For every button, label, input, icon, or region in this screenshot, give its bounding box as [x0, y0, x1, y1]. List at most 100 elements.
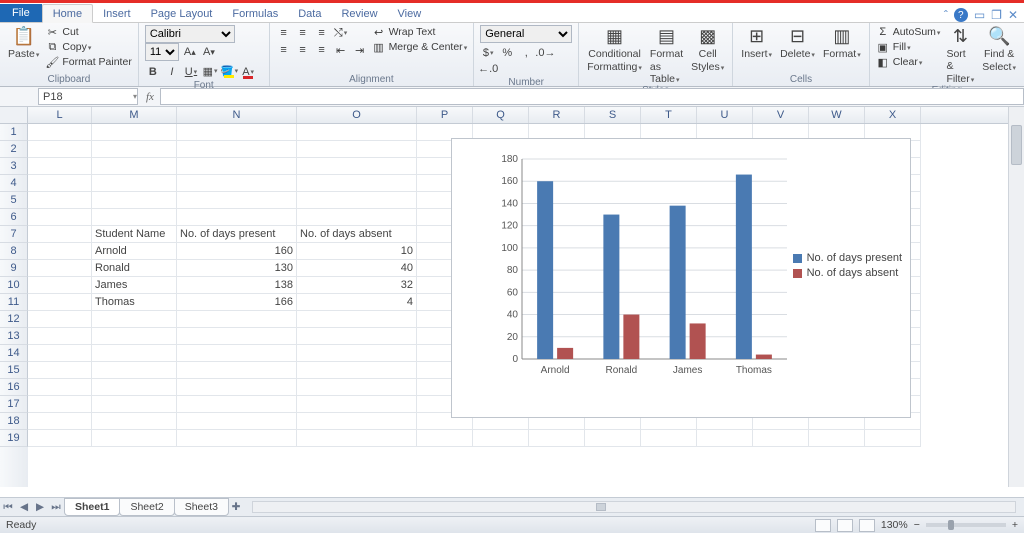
sheet-tab-sheet1[interactable]: Sheet1 [64, 498, 120, 516]
increase-decimal-button[interactable]: .0→ [537, 45, 553, 61]
row-head-4[interactable]: 4 [0, 175, 28, 192]
col-head-Q[interactable]: Q [473, 107, 529, 123]
cell[interactable] [297, 311, 417, 328]
cell[interactable] [177, 396, 297, 413]
col-head-M[interactable]: M [92, 107, 177, 123]
row-head-14[interactable]: 14 [0, 345, 28, 362]
shrink-font-button[interactable]: A▾ [201, 44, 217, 60]
bold-button[interactable]: B [145, 64, 161, 80]
col-head-P[interactable]: P [417, 107, 473, 123]
cell[interactable]: Ronald [92, 260, 177, 277]
cell[interactable] [297, 141, 417, 158]
align-bottom-button[interactable]: ≡ [314, 25, 330, 41]
cell[interactable] [297, 396, 417, 413]
horizontal-scrollbar[interactable] [252, 501, 1016, 513]
row-head-8[interactable]: 8 [0, 243, 28, 260]
cell[interactable] [28, 243, 92, 260]
cell-styles-button[interactable]: ▩CellStyles [689, 25, 726, 73]
cell[interactable] [92, 209, 177, 226]
row-head-7[interactable]: 7 [0, 226, 28, 243]
cell[interactable]: 4 [297, 294, 417, 311]
cell[interactable] [297, 328, 417, 345]
cell[interactable] [28, 396, 92, 413]
cell[interactable] [177, 379, 297, 396]
cell[interactable] [177, 345, 297, 362]
cell[interactable] [297, 413, 417, 430]
cell[interactable] [92, 141, 177, 158]
cell[interactable]: 40 [297, 260, 417, 277]
tab-page-layout[interactable]: Page Layout [141, 5, 223, 22]
insert-cells-button[interactable]: ⊞Insert [739, 25, 774, 60]
autosum-button[interactable]: ΣAutoSum [876, 25, 941, 39]
cell[interactable] [297, 345, 417, 362]
cell[interactable] [177, 362, 297, 379]
cell[interactable] [585, 430, 641, 447]
fill-color-button[interactable]: 🪣 [221, 63, 237, 79]
comma-button[interactable]: , [518, 45, 534, 61]
align-center-button[interactable]: ≡ [295, 42, 311, 58]
font-size-select[interactable]: 11 [145, 43, 179, 61]
find-select-button[interactable]: 🔍Find &Select [980, 25, 1018, 73]
cell[interactable]: 160 [177, 243, 297, 260]
cell[interactable] [28, 158, 92, 175]
row-head-12[interactable]: 12 [0, 311, 28, 328]
cell[interactable] [92, 396, 177, 413]
cell[interactable] [297, 175, 417, 192]
format-cells-button[interactable]: ▥Format [821, 25, 863, 60]
cell[interactable]: No. of days absent [297, 226, 417, 243]
row-head-1[interactable]: 1 [0, 124, 28, 141]
cell[interactable]: 32 [297, 277, 417, 294]
row-head-6[interactable]: 6 [0, 209, 28, 226]
cell[interactable] [297, 430, 417, 447]
cell[interactable] [297, 158, 417, 175]
help-icon[interactable]: ? [954, 8, 968, 22]
view-normal-button[interactable] [815, 519, 831, 532]
format-as-table-button[interactable]: ▤Formatas Table [648, 25, 685, 85]
row-head-3[interactable]: 3 [0, 158, 28, 175]
cell[interactable] [28, 328, 92, 345]
fx-icon[interactable]: fx [140, 91, 160, 103]
minimize-ribbon-icon[interactable]: ˆ [944, 8, 948, 22]
border-button[interactable]: ▦ [202, 63, 218, 79]
tab-data[interactable]: Data [288, 5, 331, 22]
cell[interactable]: Thomas [92, 294, 177, 311]
grow-font-button[interactable]: A▴ [182, 44, 198, 60]
cell[interactable] [177, 141, 297, 158]
col-head-L[interactable]: L [28, 107, 92, 123]
conditional-formatting-button[interactable]: ▦ConditionalFormatting [585, 25, 644, 73]
cell[interactable] [28, 294, 92, 311]
row-head-5[interactable]: 5 [0, 192, 28, 209]
copy-button[interactable]: ⧉Copy [45, 40, 131, 54]
cell[interactable] [177, 175, 297, 192]
cell[interactable] [753, 430, 809, 447]
row-head-10[interactable]: 10 [0, 277, 28, 294]
cell[interactable] [28, 311, 92, 328]
cell[interactable]: 10 [297, 243, 417, 260]
align-left-button[interactable]: ≡ [276, 42, 292, 58]
delete-cells-button[interactable]: ⊟Delete [778, 25, 817, 60]
row-head-2[interactable]: 2 [0, 141, 28, 158]
cell[interactable] [28, 175, 92, 192]
cell[interactable] [28, 345, 92, 362]
vertical-scrollbar[interactable] [1008, 107, 1024, 487]
cell[interactable]: 166 [177, 294, 297, 311]
clear-button[interactable]: ◧Clear [876, 55, 941, 69]
sheet-nav-first[interactable]: ⏮ [0, 501, 16, 514]
cell[interactable]: 130 [177, 260, 297, 277]
cell[interactable] [28, 260, 92, 277]
cell[interactable] [297, 124, 417, 141]
tab-review[interactable]: Review [331, 5, 387, 22]
cut-button[interactable]: ✂Cut [45, 25, 131, 39]
cell[interactable] [92, 328, 177, 345]
tab-file[interactable]: File [0, 4, 42, 22]
view-layout-button[interactable] [837, 519, 853, 532]
sheet-tab-sheet2[interactable]: Sheet2 [119, 498, 174, 516]
zoom-in-button[interactable]: + [1012, 519, 1018, 531]
cell[interactable] [28, 192, 92, 209]
cell[interactable] [92, 430, 177, 447]
cell[interactable] [177, 328, 297, 345]
cell[interactable] [297, 379, 417, 396]
percent-button[interactable]: % [499, 45, 515, 61]
row-head-18[interactable]: 18 [0, 413, 28, 430]
cell[interactable]: Student Name [92, 226, 177, 243]
